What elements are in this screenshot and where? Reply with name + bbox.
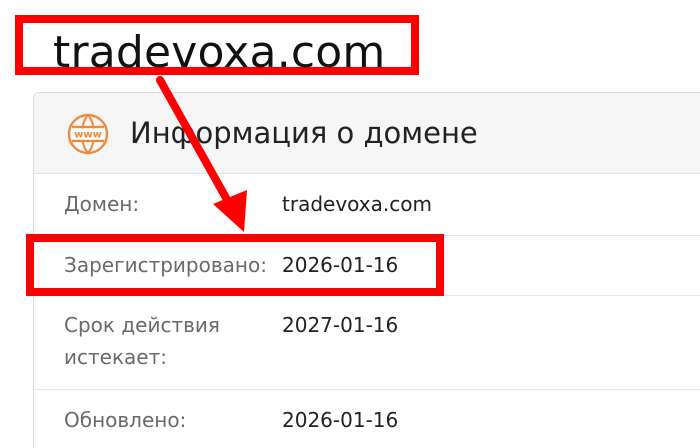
domain-callout-text: tradevoxa.com <box>53 27 386 78</box>
www-globe-icon: www <box>67 113 109 155</box>
www-icon-text: www <box>74 130 102 141</box>
screenshot-stage: www Информация о домене Домен: tradevoxa… <box>0 0 700 448</box>
row-value: tradevoxa.com <box>282 192 432 216</box>
domain-info-card: www Информация о домене Домен: tradevoxa… <box>33 92 700 448</box>
row-value: 2026-01-16 <box>282 408 399 432</box>
domain-callout-box: tradevoxa.com <box>15 15 419 78</box>
row-label: Срок действия истекает: <box>64 313 220 369</box>
info-row-domain: Домен: tradevoxa.com <box>34 174 700 236</box>
info-row-registered: Зарегистрировано: 2026-01-16 <box>34 235 700 296</box>
info-row-expires: Срок действия истекает: 2027-01-16 <box>34 295 700 390</box>
row-value: 2027-01-16 <box>282 313 399 337</box>
row-label: Домен: <box>64 192 140 216</box>
row-value: 2026-01-16 <box>282 253 399 277</box>
info-row-updated: Обновлено: 2026-01-16 <box>34 389 700 448</box>
row-label: Зарегистрировано: <box>64 253 267 277</box>
card-title: Информация о домене <box>130 116 478 150</box>
card-header: www Информация о домене <box>34 93 700 174</box>
row-label: Обновлено: <box>64 408 187 432</box>
